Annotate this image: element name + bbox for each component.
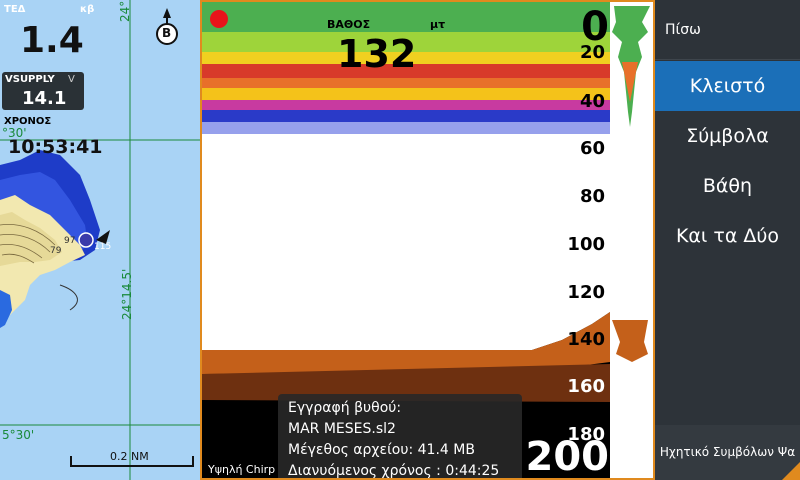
recording-elapsed: Διανυόμενος χρόνος : 0:44:25 [288, 463, 500, 479]
menu-item-depths[interactable]: Βάθη [655, 161, 800, 211]
depth-tick-120: 120 [567, 282, 605, 303]
depth-tick-160: 160 [567, 376, 605, 397]
longitude-label-top: 24° [118, 0, 132, 22]
recording-title: Εγγραφή βυθού: [288, 400, 402, 416]
recording-size: Μέγεθος αρχείου: 41.4 MB [288, 442, 475, 458]
menu-corner-marker [782, 462, 800, 480]
depth-tick-140: 140 [567, 329, 605, 350]
depth-tick-60: 60 [579, 138, 605, 159]
symbol-sound-option[interactable]: Ηχητικό Συμβόλων Ψα [655, 425, 800, 480]
recording-file: MAR MESES.sl2 [288, 421, 396, 437]
sog-data-box[interactable]: ΤΕΔ κβ 1.4 [0, 0, 110, 70]
sounding-79: 79 [50, 246, 62, 256]
depth-tick-80: 80 [579, 186, 605, 207]
north-letter: B [162, 26, 172, 40]
menu-item-off[interactable]: Κλειστό [655, 61, 800, 111]
longitude-label: 24°14.5' [120, 268, 134, 320]
sog-label: ΤΕΔ [4, 4, 26, 15]
depth-unit: μτ [430, 18, 446, 31]
scale-label: 0.2 NM [110, 450, 149, 463]
depth-value: 132 [337, 32, 417, 76]
chart-panel[interactable]: 24° °30' 24°14.5' 5°30' 97 79 115 ΤΕΔ κβ… [0, 0, 200, 480]
sounding-115: 115 [94, 242, 112, 252]
sonar-panel[interactable]: ΒΑΘΟΣ μτ 132 0 20 40 60 80 100 120 140 1… [200, 0, 655, 480]
frequency-label: Υψηλή Chirp [208, 463, 276, 476]
latitude-label-bottom: 5°30' [2, 428, 35, 442]
menu-item-both[interactable]: Και τα Δύο [655, 211, 800, 261]
time-data-box[interactable]: ΧΡΟΝΟΣ 10:53:41 [0, 114, 110, 162]
depth-label: ΒΑΘΟΣ [327, 18, 371, 31]
sog-unit: κβ [80, 4, 95, 15]
vsupply-data-box[interactable]: VSUPPLY V 14.1 [2, 72, 84, 110]
sounding-97: 97 [64, 236, 76, 246]
menu-panel[interactable]: Πίσω Κλειστό Σύμβολα Βάθη Και τα Δύο Ηχη… [655, 0, 800, 480]
time-value: 10:53:41 [8, 136, 103, 158]
vsupply-unit: V [68, 74, 75, 85]
sog-value: 1.4 [20, 20, 84, 61]
back-button[interactable]: Πίσω [655, 0, 800, 60]
range-bottom: 200 [525, 434, 610, 480]
depth-tick-20: 20 [579, 42, 605, 63]
vsupply-label: VSUPPLY [5, 74, 55, 85]
scale-bar: 0.2 NM [70, 450, 194, 468]
menu-item-symbols[interactable]: Σύμβολα [655, 111, 800, 161]
depth-tick-40: 40 [579, 91, 605, 112]
recording-info-popup: Εγγραφή βυθού: MAR MESES.sl2 Μέγεθος αρχ… [278, 394, 522, 479]
vsupply-value: 14.1 [22, 88, 67, 109]
recording-indicator [210, 10, 228, 28]
time-label: ΧΡΟΝΟΣ [4, 116, 52, 127]
depth-tick-100: 100 [567, 234, 605, 255]
north-up-button[interactable]: B [154, 6, 180, 46]
